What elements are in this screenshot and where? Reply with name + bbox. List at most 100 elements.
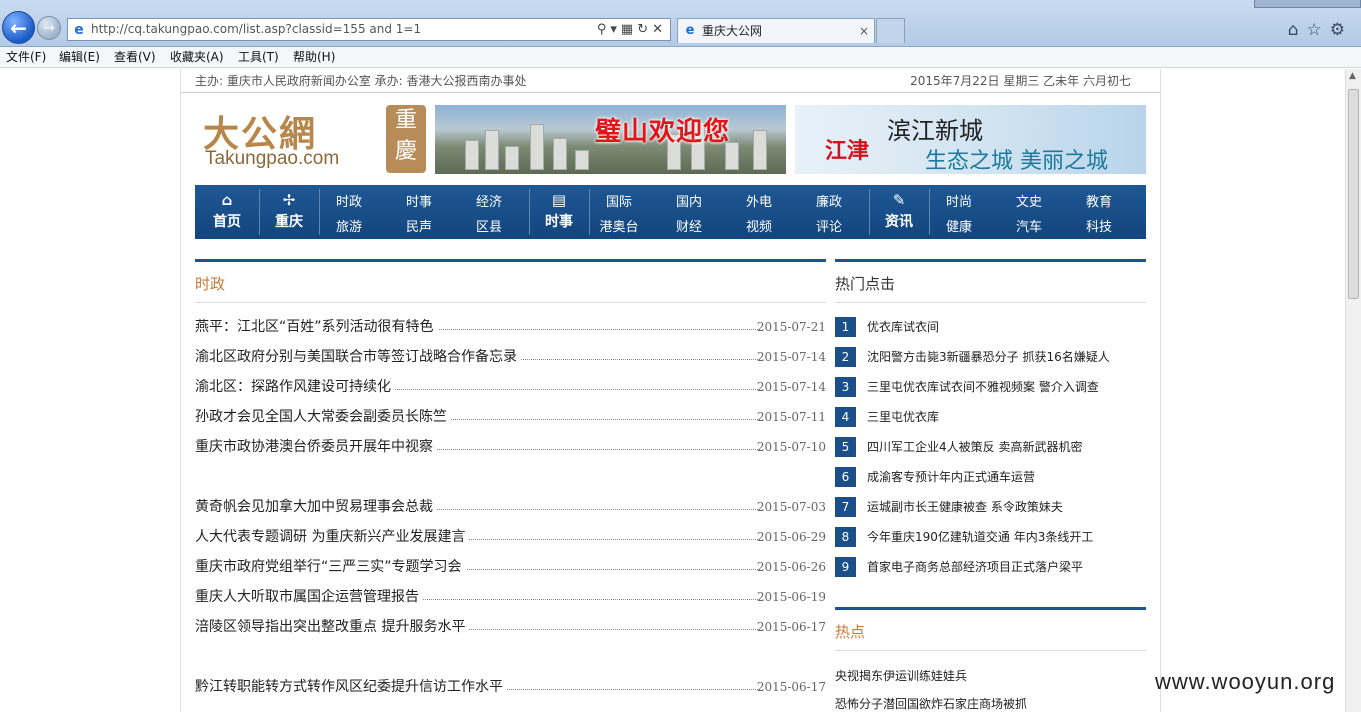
nav-item[interactable]: 港奥台 bbox=[589, 216, 649, 235]
nav-item[interactable]: 国内 bbox=[659, 191, 719, 210]
hot-item-title[interactable]: 运城副市长王健康被查 系令政策妹夫 bbox=[867, 497, 1063, 517]
new-tab-button[interactable] bbox=[876, 18, 905, 43]
nav-item[interactable]: 时事 bbox=[389, 191, 449, 210]
hot-item[interactable]: 4 三里屯优衣库 bbox=[835, 407, 1146, 427]
nav-item[interactable]: 区县 bbox=[459, 216, 519, 235]
nav-item[interactable]: 视频 bbox=[729, 216, 789, 235]
article-title[interactable]: 渝北区政府分别与美国联合市等签订战略合作备忘录 bbox=[195, 347, 521, 367]
hot-item[interactable]: 9 首家电子商务总部经济项目正式落户梁平 bbox=[835, 557, 1146, 577]
dropdown-icon[interactable]: ▾ bbox=[610, 22, 621, 37]
nav-item[interactable]: 教育 bbox=[1069, 191, 1129, 210]
article-row[interactable]: 重庆市政府党组举行“三严三实”专题学习会 2015-06-26 bbox=[195, 557, 826, 577]
article-title[interactable]: 人大代表专题调研 为重庆新兴产业发展建言 bbox=[195, 527, 470, 547]
nav-item[interactable]: 科技 bbox=[1069, 216, 1129, 235]
article-row[interactable]: 重庆市政协港澳台侨委员开展年中视察 2015-07-10 bbox=[195, 437, 826, 457]
banner-building bbox=[505, 146, 519, 170]
nav-item[interactable]: 时政 bbox=[319, 191, 379, 210]
hotspot-item[interactable]: 恐怖分子潜回国欲炸石家庄商场被抓 bbox=[835, 694, 1146, 712]
hot-item[interactable]: 7 运城副市长王健康被查 系令政策妹夫 bbox=[835, 497, 1146, 517]
article-row[interactable]: 孙政才会见全国人大常委会副委员长陈竺 2015-07-11 bbox=[195, 407, 826, 427]
nav-item[interactable]: 外电 bbox=[729, 191, 789, 210]
nav-home[interactable]: ⌂ 首页 bbox=[195, 185, 259, 239]
favorites-star-icon[interactable]: ☆ bbox=[1307, 20, 1330, 40]
nav-item[interactable]: 健康 bbox=[929, 216, 989, 235]
nav-item[interactable]: 时尚 bbox=[929, 191, 989, 210]
gear-icon[interactable]: ⚙ bbox=[1330, 20, 1353, 40]
address-bar[interactable]: e http://cq.takungpao.com/list.asp?class… bbox=[67, 18, 671, 41]
hot-item[interactable]: 1 优衣库试衣间 bbox=[835, 317, 1146, 337]
article-title[interactable]: 重庆人大听取市属国企运营管理报告 bbox=[195, 587, 423, 607]
stop-icon[interactable]: ✕ bbox=[652, 22, 667, 37]
nav-item[interactable]: 民声 bbox=[389, 216, 449, 235]
window-controls[interactable] bbox=[1254, 0, 1361, 8]
hotspot-item[interactable]: 央视揭东伊运训练娃娃兵 bbox=[835, 666, 1146, 686]
hot-item-title[interactable]: 三里屯优衣库试衣间不雅视频案 警介入调查 bbox=[867, 377, 1099, 397]
hot-item-title[interactable]: 今年重庆190亿建轨道交通 年内3条线开工 bbox=[867, 527, 1093, 547]
rank-badge: 2 bbox=[835, 347, 856, 367]
banner-bishan[interactable]: 璧山欢迎您 bbox=[435, 105, 786, 174]
article-row[interactable]: 黄奇帆会见加拿大加中贸易理事会总裁 2015-07-03 bbox=[195, 497, 826, 517]
nav-chongqing[interactable]: ✢ 重庆 bbox=[259, 185, 319, 239]
hot-item[interactable]: 5 四川军工企业4人被策反 卖高新武器机密 bbox=[835, 437, 1146, 457]
article-row[interactable]: 重庆人大听取市属国企运营管理报告 2015-06-19 bbox=[195, 587, 826, 607]
menu-edit[interactable]: 编辑(E) bbox=[59, 47, 100, 67]
forward-arrow-icon[interactable]: → bbox=[37, 16, 61, 40]
menu-help[interactable]: 帮助(H) bbox=[293, 47, 335, 67]
menu-file[interactable]: 文件(F) bbox=[6, 47, 46, 67]
article-row[interactable]: 黔江转职能转方式转作风区纪委提升信访工作水平 2015-06-17 bbox=[195, 677, 826, 697]
nav-item[interactable]: 文史 bbox=[999, 191, 1059, 210]
menu-view[interactable]: 查看(V) bbox=[114, 47, 156, 67]
nav-item[interactable]: 经济 bbox=[459, 191, 519, 210]
article-row[interactable]: 燕平：江北区“百姓”系列活动很有特色 2015-07-21 bbox=[195, 317, 826, 337]
back-arrow-icon[interactable]: ← bbox=[2, 11, 35, 44]
banner-jiangjin-slogan: 生态之城 美丽之城 bbox=[925, 149, 1108, 174]
menu-tools[interactable]: 工具(T) bbox=[238, 47, 279, 67]
banner-jiangjin[interactable]: 江津 滨江新城 生态之城 美丽之城 bbox=[795, 105, 1146, 174]
menu-favorites[interactable]: 收藏夹(A) bbox=[170, 47, 224, 67]
search-icon[interactable]: ⚲ bbox=[597, 22, 611, 37]
nav-zixun[interactable]: ✎ 资讯 bbox=[869, 185, 929, 239]
nav-item[interactable]: 评论 bbox=[799, 216, 859, 235]
scrollbar-thumb[interactable] bbox=[1348, 89, 1359, 299]
scroll-up-icon[interactable]: ▲ bbox=[1349, 71, 1356, 81]
hot-item-title[interactable]: 成渝客专预计年内正式通车运营 bbox=[867, 467, 1035, 487]
article-title[interactable]: 黄奇帆会见加拿大加中贸易理事会总裁 bbox=[195, 497, 437, 517]
browser-tab[interactable]: e 重庆大公网 × bbox=[677, 18, 875, 43]
article-title[interactable]: 重庆市政府党组举行“三严三实”专题学习会 bbox=[195, 557, 466, 577]
article-row[interactable]: 涪陵区领导指出突出整改重点 提升服务水平 2015-06-17 bbox=[195, 617, 826, 637]
compat-icon[interactable]: ▦ bbox=[621, 22, 637, 37]
article-title[interactable]: 涪陵区领导指出突出整改重点 提升服务水平 bbox=[195, 617, 470, 637]
article-title[interactable]: 燕平：江北区“百姓”系列活动很有特色 bbox=[195, 317, 438, 337]
hot-item[interactable]: 6 成渝客专预计年内正式通车运营 bbox=[835, 467, 1146, 487]
nav-item[interactable]: 旅游 bbox=[319, 216, 379, 235]
article-row[interactable]: 渝北区政府分别与美国联合市等签订战略合作备忘录 2015-07-14 bbox=[195, 347, 826, 367]
hot-item-title[interactable]: 首家电子商务总部经济项目正式落户梁平 bbox=[867, 557, 1083, 577]
site-logo[interactable]: 大公網 Takungpao.com 重慶 bbox=[203, 105, 426, 173]
nav-shishi[interactable]: ▤ 时事 bbox=[529, 185, 589, 239]
home-icon[interactable]: ⌂ bbox=[1288, 20, 1307, 40]
article-row[interactable]: 渝北区：探路作风建设可持续化 2015-07-14 bbox=[195, 377, 826, 397]
article-row[interactable]: 人大代表专题调研 为重庆新兴产业发展建言 2015-06-29 bbox=[195, 527, 826, 547]
hot-item-title[interactable]: 沈阳警方击毙3新疆暴恐分子 抓获16名嫌疑人 bbox=[867, 347, 1110, 367]
article-title[interactable]: 黔江转职能转方式转作风区纪委提升信访工作水平 bbox=[195, 677, 507, 697]
hot-item-title[interactable]: 四川军工企业4人被策反 卖高新武器机密 bbox=[867, 437, 1082, 457]
nav-item[interactable]: 财经 bbox=[659, 216, 719, 235]
nav-item[interactable]: 廉政 bbox=[799, 191, 859, 210]
refresh-icon[interactable]: ↻ bbox=[637, 22, 652, 37]
banner-building bbox=[753, 130, 767, 170]
nav-item[interactable]: 汽车 bbox=[999, 216, 1059, 235]
article-title[interactable]: 渝北区：探路作风建设可持续化 bbox=[195, 377, 395, 397]
hot-item-title[interactable]: 优衣库试衣间 bbox=[867, 317, 939, 337]
tab-close-icon[interactable]: × bbox=[859, 19, 869, 43]
article-title[interactable]: 孙政才会见全国人大常委会副委员长陈竺 bbox=[195, 407, 451, 427]
article-date: 2015-06-26 bbox=[756, 560, 826, 574]
url-text[interactable]: http://cq.takungpao.com/list.asp?classid… bbox=[91, 19, 421, 40]
article-title[interactable]: 重庆市政协港澳台侨委员开展年中视察 bbox=[195, 437, 437, 457]
address-tools[interactable]: ⚲▾▦↻✕ bbox=[597, 19, 667, 40]
vertical-scrollbar[interactable]: ▲ bbox=[1345, 69, 1361, 712]
nav-item[interactable]: 国际 bbox=[589, 191, 649, 210]
hot-item[interactable]: 2 沈阳警方击毙3新疆暴恐分子 抓获16名嫌疑人 bbox=[835, 347, 1146, 367]
hot-item[interactable]: 8 今年重庆190亿建轨道交通 年内3条线开工 bbox=[835, 527, 1146, 547]
hot-item[interactable]: 3 三里屯优衣库试衣间不雅视频案 警介入调查 bbox=[835, 377, 1146, 397]
hot-item-title[interactable]: 三里屯优衣库 bbox=[867, 407, 939, 427]
